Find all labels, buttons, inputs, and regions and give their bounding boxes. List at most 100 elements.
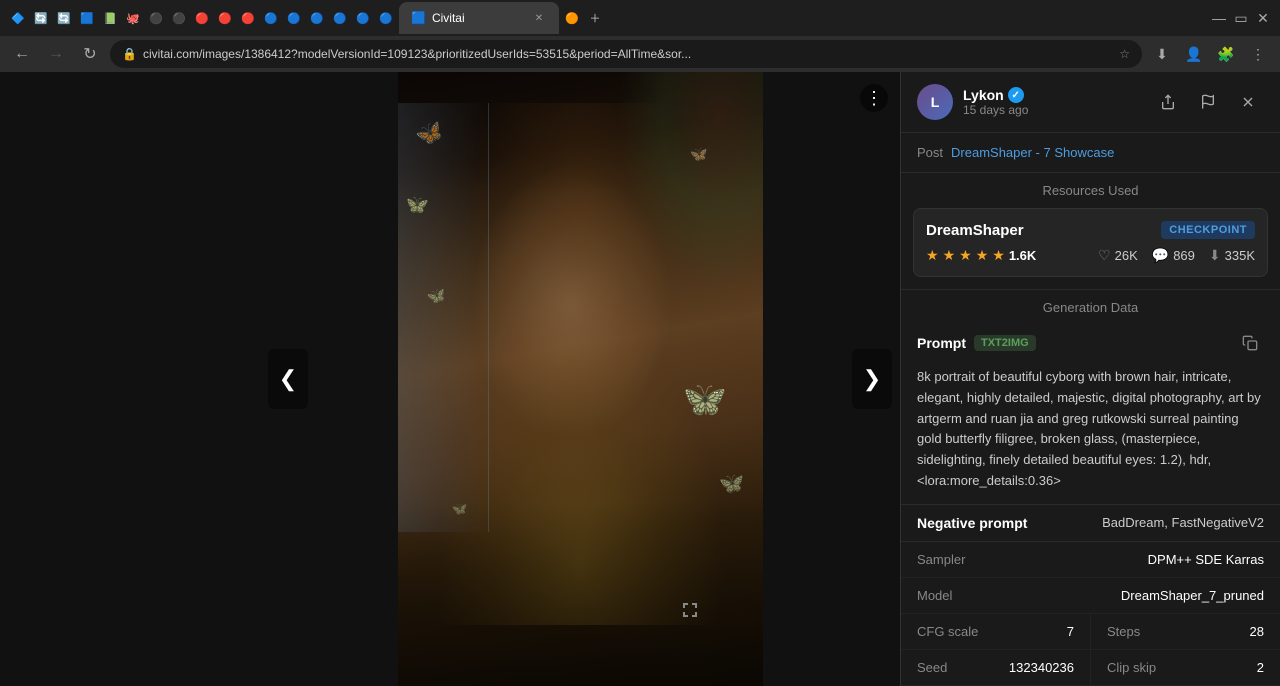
panel-actions [1152, 86, 1264, 118]
settings-grid: Sampler DPM++ SDE Karras Model DreamShap… [901, 541, 1280, 686]
image-more-button[interactable]: ⋮ [860, 84, 888, 112]
resource-stats: ★ ★ ★ ★ ★ 1.6K ♡ 26K 💬 869 [926, 247, 1255, 264]
tab-icon-4[interactable]: 🟦 [77, 8, 97, 28]
back-button[interactable]: ← [8, 40, 36, 68]
forward-button[interactable]: → [42, 40, 70, 68]
star-1: ★ [926, 247, 939, 264]
generation-data-section: Generation Data Prompt TXT2IMG 8k portra… [901, 289, 1280, 686]
artwork-image: 🦋 🦋 🦋 🦋 🦋 🦋 🦋 [398, 72, 763, 686]
checkpoint-badge: CHECKPOINT [1161, 221, 1255, 239]
sampler-label: Sampler [917, 552, 965, 567]
resources-used-header: Resources Used [901, 173, 1280, 204]
tab-icon-6[interactable]: 🐙 [123, 8, 143, 28]
copy-prompt-button[interactable] [1236, 329, 1264, 357]
close-button[interactable]: ✕ [1254, 9, 1272, 27]
tab-icon-1[interactable]: 🔷 [8, 8, 28, 28]
tab-icon-3[interactable]: 🔄 [54, 8, 74, 28]
fullscreen-icon[interactable] [680, 600, 700, 626]
downloads-stat: ⬇ 335K [1209, 247, 1255, 264]
sampler-row: Sampler DPM++ SDE Karras [901, 542, 1280, 578]
flag-button[interactable] [1192, 86, 1224, 118]
tab-icon-9[interactable]: 🔴 [192, 8, 212, 28]
seed-value: 132340236 [1009, 660, 1074, 675]
downloads-count: 335K [1225, 248, 1255, 263]
tab-close-button[interactable]: ✕ [531, 10, 547, 26]
download-stat-icon: ⬇ [1209, 247, 1221, 264]
stars-row: ★ ★ ★ ★ ★ 1.6K [926, 247, 1036, 264]
download-icon[interactable]: ⬇ [1148, 40, 1176, 68]
image-panel: ⋮ ❮ 🦋 🦋 🦋 🦋 🦋 🦋 🦋 [260, 72, 900, 686]
tab-icon-13[interactable]: 🔵 [284, 8, 304, 28]
prompt-text: 8k portrait of beautiful cyborg with bro… [901, 361, 1280, 504]
url-input[interactable]: 🔒 civitai.com/images/1386412?modelVersio… [110, 40, 1142, 68]
tab-label: Civitai [432, 11, 525, 25]
reload-button[interactable]: ↻ [76, 40, 104, 68]
avatar[interactable]: L [917, 84, 953, 120]
extensions-icon[interactable]: 🧩 [1212, 40, 1240, 68]
verified-badge: ✓ [1008, 87, 1024, 103]
clip-skip-label: Clip skip [1107, 660, 1156, 675]
url-text: civitai.com/images/1386412?modelVersionI… [143, 47, 691, 61]
tab-icon-5[interactable]: 📗 [100, 8, 120, 28]
steps-value: 28 [1250, 624, 1264, 639]
resource-top-row: DreamShaper CHECKPOINT [926, 221, 1255, 239]
negative-prompt-label: Negative prompt [917, 515, 1027, 531]
share-button[interactable] [1152, 86, 1184, 118]
menu-icon[interactable]: ⋮ [1244, 40, 1272, 68]
close-button[interactable] [1232, 86, 1264, 118]
tab-icon-16[interactable]: 🔵 [353, 8, 373, 28]
next-image-button[interactable]: ❯ [852, 349, 892, 409]
likes-stat: ♡ 26K [1098, 247, 1138, 264]
steps-label: Steps [1107, 624, 1140, 639]
address-bar: ← → ↻ 🔒 civitai.com/images/1386412?model… [0, 36, 1280, 72]
steps-cell: Steps 28 [1090, 614, 1280, 649]
tab-icon-10[interactable]: 🔴 [215, 8, 235, 28]
tab-icon-7[interactable]: ⚫ [146, 8, 166, 28]
left-background [0, 72, 260, 686]
seed-label: Seed [917, 660, 947, 675]
minimize-button[interactable]: — [1210, 9, 1228, 27]
star-2: ★ [943, 247, 956, 264]
tab-icon-18[interactable]: 🟠 [562, 8, 582, 28]
likes-count: 26K [1115, 248, 1138, 263]
post-timestamp: 15 days ago [963, 103, 1028, 117]
clip-skip-value: 2 [1257, 660, 1264, 675]
clip-skip-cell: Clip skip 2 [1090, 650, 1280, 685]
tab-icon-8[interactable]: ⚫ [169, 8, 189, 28]
next-arrow-icon: ❯ [863, 366, 881, 392]
negative-prompt-row: Negative prompt BadDream, FastNegativeV2 [901, 504, 1280, 541]
tab-icons-group: 🔷 🔄 🔄 🟦 📗 🐙 ⚫ ⚫ 🔴 🔴 🔴 🔵 🔵 🔵 🔵 🔵 🔵 🟦 Civi… [8, 2, 1200, 34]
model-label: Model [917, 588, 952, 603]
username-text: Lykon [963, 87, 1004, 103]
new-tab-button[interactable]: ＋ [585, 8, 605, 28]
active-tab[interactable]: 🟦 Civitai ✕ [399, 2, 559, 34]
prompt-label: Prompt [917, 335, 966, 351]
rating-count: 1.6K [1009, 248, 1036, 263]
user-details: Lykon ✓ 15 days ago [963, 87, 1028, 117]
comment-icon: 💬 [1152, 247, 1169, 264]
post-row: Post DreamShaper - 7 Showcase [901, 133, 1280, 173]
seed-clip-row: Seed 132340236 Clip skip 2 [901, 650, 1280, 686]
tab-favicon: 🟦 [411, 11, 426, 25]
prev-arrow-icon: ❮ [279, 366, 297, 392]
window-controls: — ▭ ✕ [1210, 9, 1272, 27]
main-content: ⋮ ❮ 🦋 🦋 🦋 🦋 🦋 🦋 🦋 [0, 72, 1280, 686]
comments-count: 869 [1173, 248, 1195, 263]
tab-icon-11[interactable]: 🔴 [238, 8, 258, 28]
browser-actions: ⬇ 👤 🧩 ⋮ [1148, 40, 1272, 68]
tab-icon-14[interactable]: 🔵 [307, 8, 327, 28]
tab-icon-12[interactable]: 🔵 [261, 8, 281, 28]
profile-icon[interactable]: 👤 [1180, 40, 1208, 68]
cfg-cell: CFG scale 7 [901, 614, 1090, 649]
tab-icon-15[interactable]: 🔵 [330, 8, 350, 28]
star-5: ★ [992, 247, 1005, 264]
tab-bar: 🔷 🔄 🔄 🟦 📗 🐙 ⚫ ⚫ 🔴 🔴 🔴 🔵 🔵 🔵 🔵 🔵 🔵 🟦 Civi… [0, 0, 1280, 36]
post-link[interactable]: DreamShaper - 7 Showcase [951, 145, 1114, 160]
tab-icon-2[interactable]: 🔄 [31, 8, 51, 28]
resource-name[interactable]: DreamShaper [926, 222, 1024, 239]
maximize-button[interactable]: ▭ [1232, 9, 1250, 27]
stat-group: ♡ 26K 💬 869 ⬇ 335K [1098, 247, 1255, 264]
prev-image-button[interactable]: ❮ [268, 349, 308, 409]
bookmark-icon[interactable]: ☆ [1119, 47, 1130, 61]
tab-icon-17[interactable]: 🔵 [376, 8, 396, 28]
